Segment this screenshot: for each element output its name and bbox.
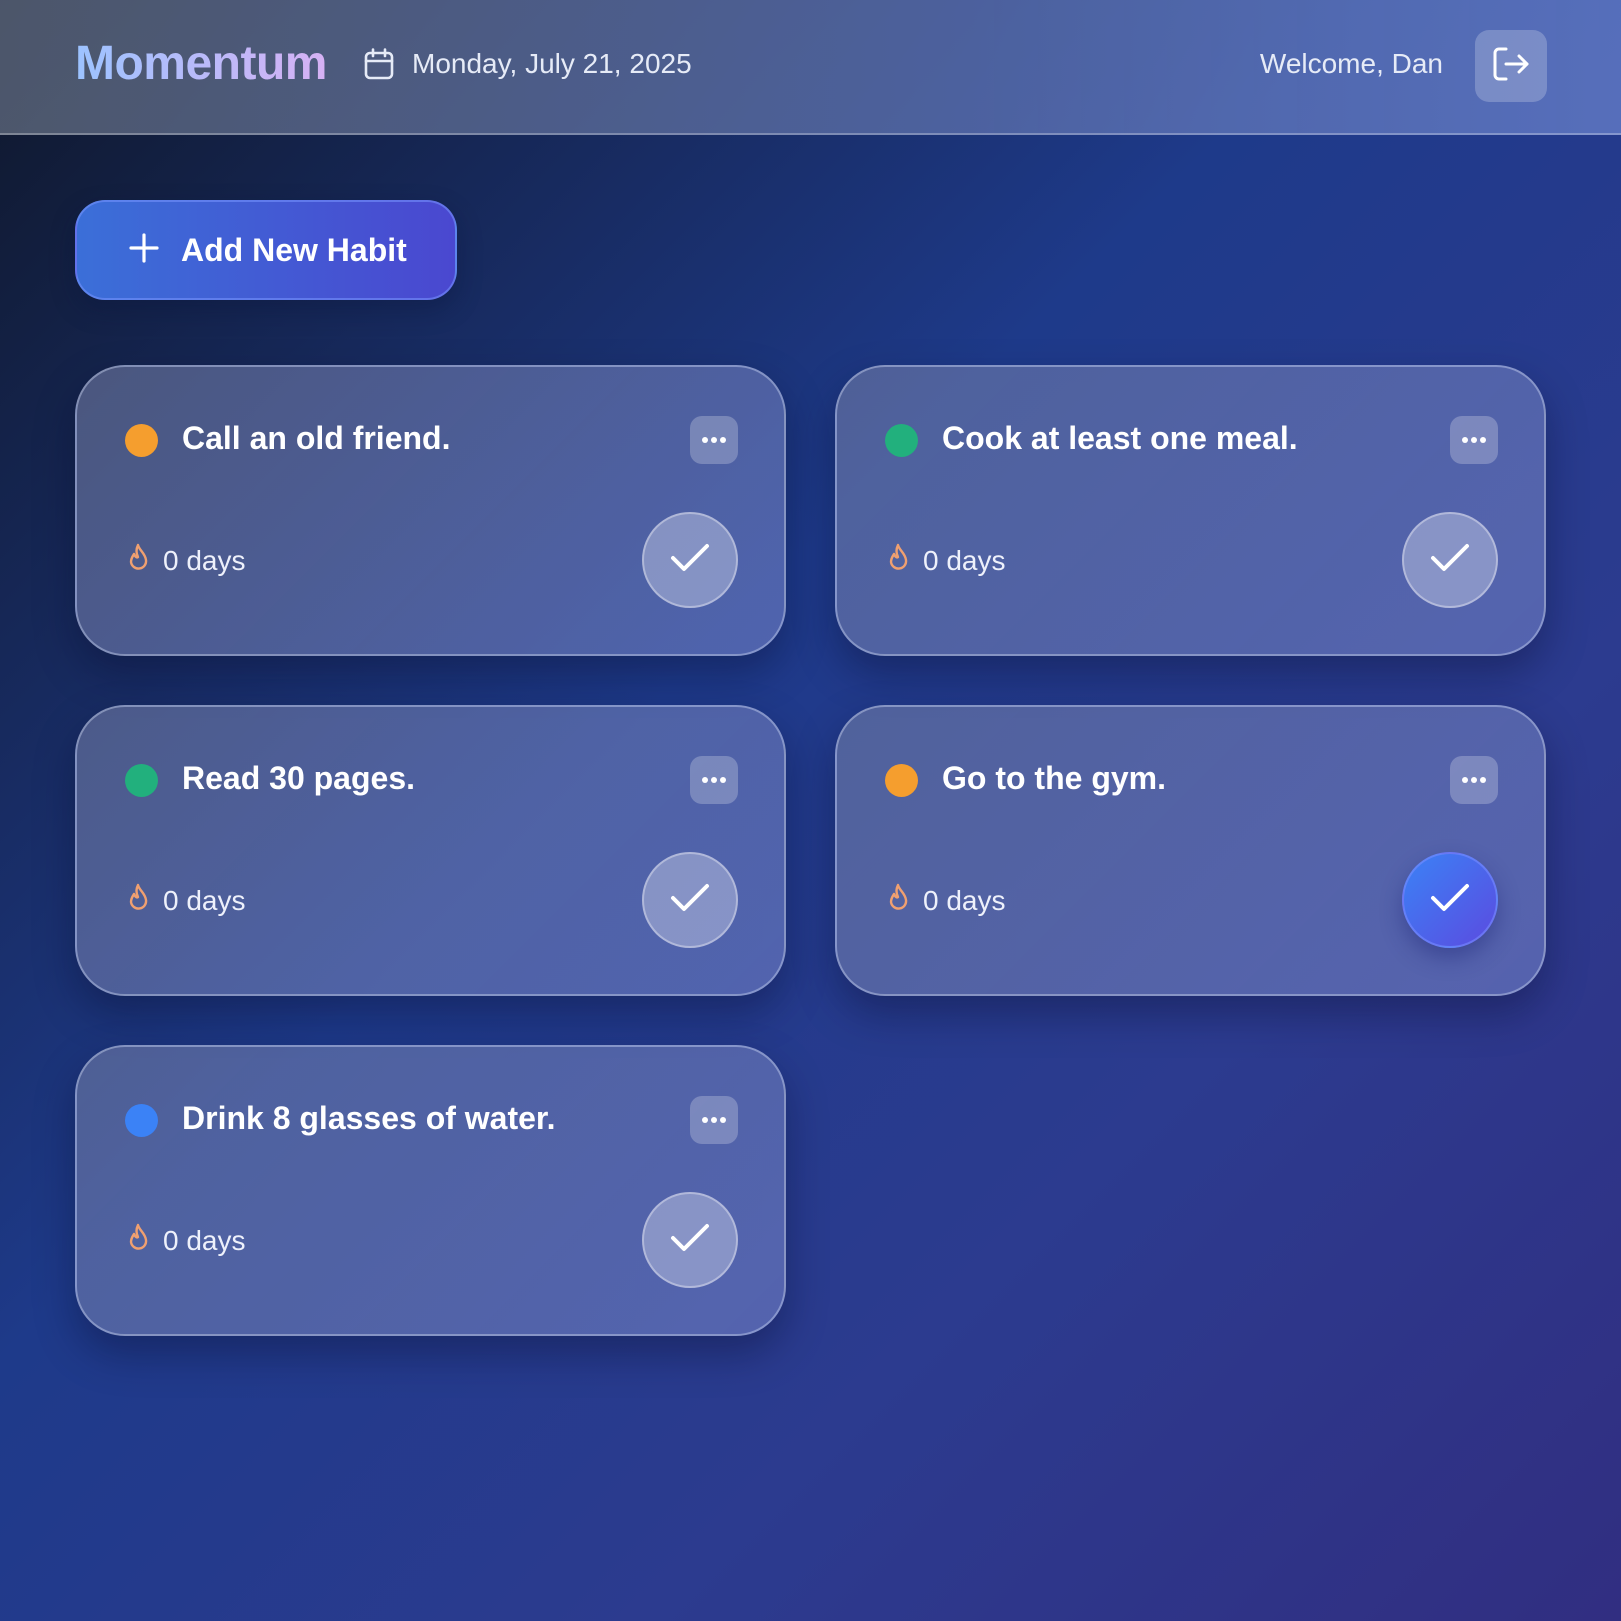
check-icon bbox=[1430, 883, 1470, 918]
habit-streak: 0 days bbox=[127, 1223, 246, 1258]
complete-habit-button[interactable] bbox=[1402, 512, 1498, 608]
habit-color-dot bbox=[125, 424, 158, 457]
flame-icon bbox=[127, 1223, 153, 1258]
habit-menu-button[interactable] bbox=[690, 1096, 738, 1144]
habit-color-dot bbox=[125, 1104, 158, 1137]
welcome-message: Welcome, Dan bbox=[1259, 48, 1443, 79]
more-icon bbox=[1461, 771, 1487, 789]
habit-card: Go to the gym. 0 days bbox=[835, 705, 1546, 996]
habit-title: Call an old friend. bbox=[182, 420, 451, 456]
streak-count: 0 days bbox=[163, 884, 246, 916]
habit-menu-button[interactable] bbox=[690, 756, 738, 804]
habit-card: Call an old friend. 0 days bbox=[75, 365, 786, 656]
logout-button[interactable] bbox=[1475, 30, 1547, 102]
more-icon bbox=[701, 431, 727, 449]
add-habit-button[interactable]: Add New Habit bbox=[75, 200, 457, 300]
habit-streak: 0 days bbox=[887, 543, 1006, 578]
check-icon bbox=[670, 543, 710, 578]
habit-card: Cook at least one meal. 0 days bbox=[835, 365, 1546, 656]
habit-streak: 0 days bbox=[887, 883, 1006, 918]
flame-icon bbox=[887, 883, 913, 918]
habit-menu-button[interactable] bbox=[1450, 416, 1498, 464]
add-habit-label: Add New Habit bbox=[181, 231, 407, 268]
more-icon bbox=[701, 1111, 727, 1129]
habit-card: Read 30 pages. 0 days bbox=[75, 705, 786, 996]
habit-streak: 0 days bbox=[127, 543, 246, 578]
complete-habit-button[interactable] bbox=[642, 1192, 738, 1288]
habit-title: Cook at least one meal. bbox=[942, 420, 1298, 456]
date-label: Monday, July 21, 2025 bbox=[412, 48, 692, 79]
habit-title: Drink 8 glasses of water. bbox=[182, 1100, 556, 1136]
check-icon bbox=[670, 1223, 710, 1258]
more-icon bbox=[701, 771, 727, 789]
habit-title: Go to the gym. bbox=[942, 760, 1166, 796]
complete-habit-button[interactable] bbox=[642, 852, 738, 948]
habit-menu-button[interactable] bbox=[1450, 756, 1498, 804]
check-icon bbox=[670, 883, 710, 918]
habit-color-dot bbox=[885, 764, 918, 797]
complete-habit-button[interactable] bbox=[1402, 852, 1498, 948]
habit-card: Drink 8 glasses of water. 0 days bbox=[75, 1045, 786, 1336]
logout-icon bbox=[1492, 46, 1530, 87]
complete-habit-button[interactable] bbox=[642, 512, 738, 608]
streak-count: 0 days bbox=[923, 544, 1006, 576]
habit-color-dot bbox=[885, 424, 918, 457]
streak-count: 0 days bbox=[163, 544, 246, 576]
habit-title: Read 30 pages. bbox=[182, 760, 415, 796]
app-logo: Momentum bbox=[75, 37, 327, 90]
streak-count: 0 days bbox=[923, 884, 1006, 916]
app-header: Momentum Monday, July 21, 2025 Welcome, … bbox=[0, 0, 1621, 135]
more-icon bbox=[1461, 431, 1487, 449]
plus-icon bbox=[129, 232, 159, 268]
habit-color-dot bbox=[125, 764, 158, 797]
streak-count: 0 days bbox=[163, 1224, 246, 1256]
flame-icon bbox=[127, 543, 153, 578]
current-date: Monday, July 21, 2025 bbox=[364, 48, 692, 80]
habit-menu-button[interactable] bbox=[690, 416, 738, 464]
flame-icon bbox=[887, 543, 913, 578]
habit-streak: 0 days bbox=[127, 883, 246, 918]
flame-icon bbox=[127, 883, 153, 918]
calendar-icon bbox=[364, 48, 394, 80]
check-icon bbox=[1430, 543, 1470, 578]
